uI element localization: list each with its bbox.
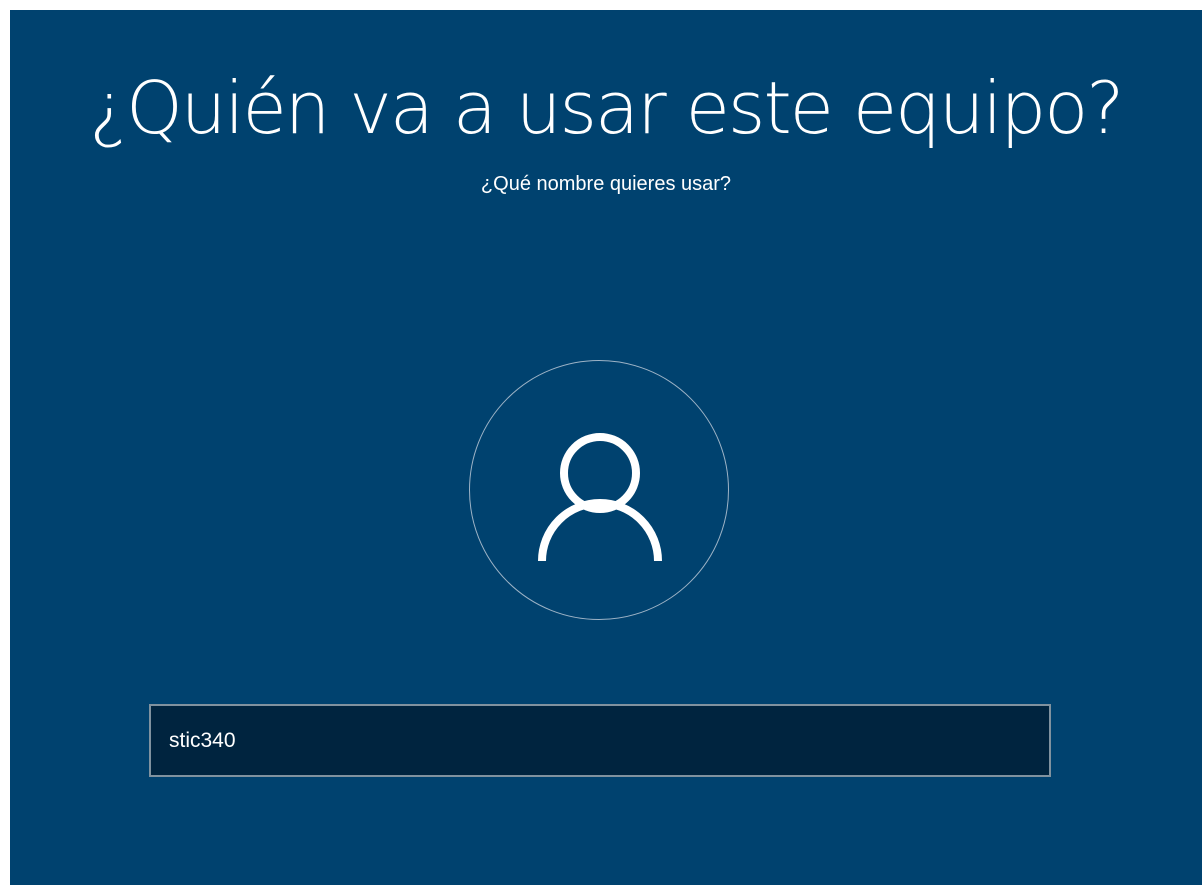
username-input[interactable]: [149, 704, 1051, 777]
setup-screen: ¿Quién va a usar este equipo? ¿Qué nombr…: [10, 10, 1202, 885]
user-icon: [538, 433, 662, 562]
page-title: ¿Quién va a usar este equipo?: [89, 66, 1125, 150]
page-subtitle: ¿Qué nombre quieres usar?: [480, 173, 732, 195]
avatar: [469, 360, 729, 620]
